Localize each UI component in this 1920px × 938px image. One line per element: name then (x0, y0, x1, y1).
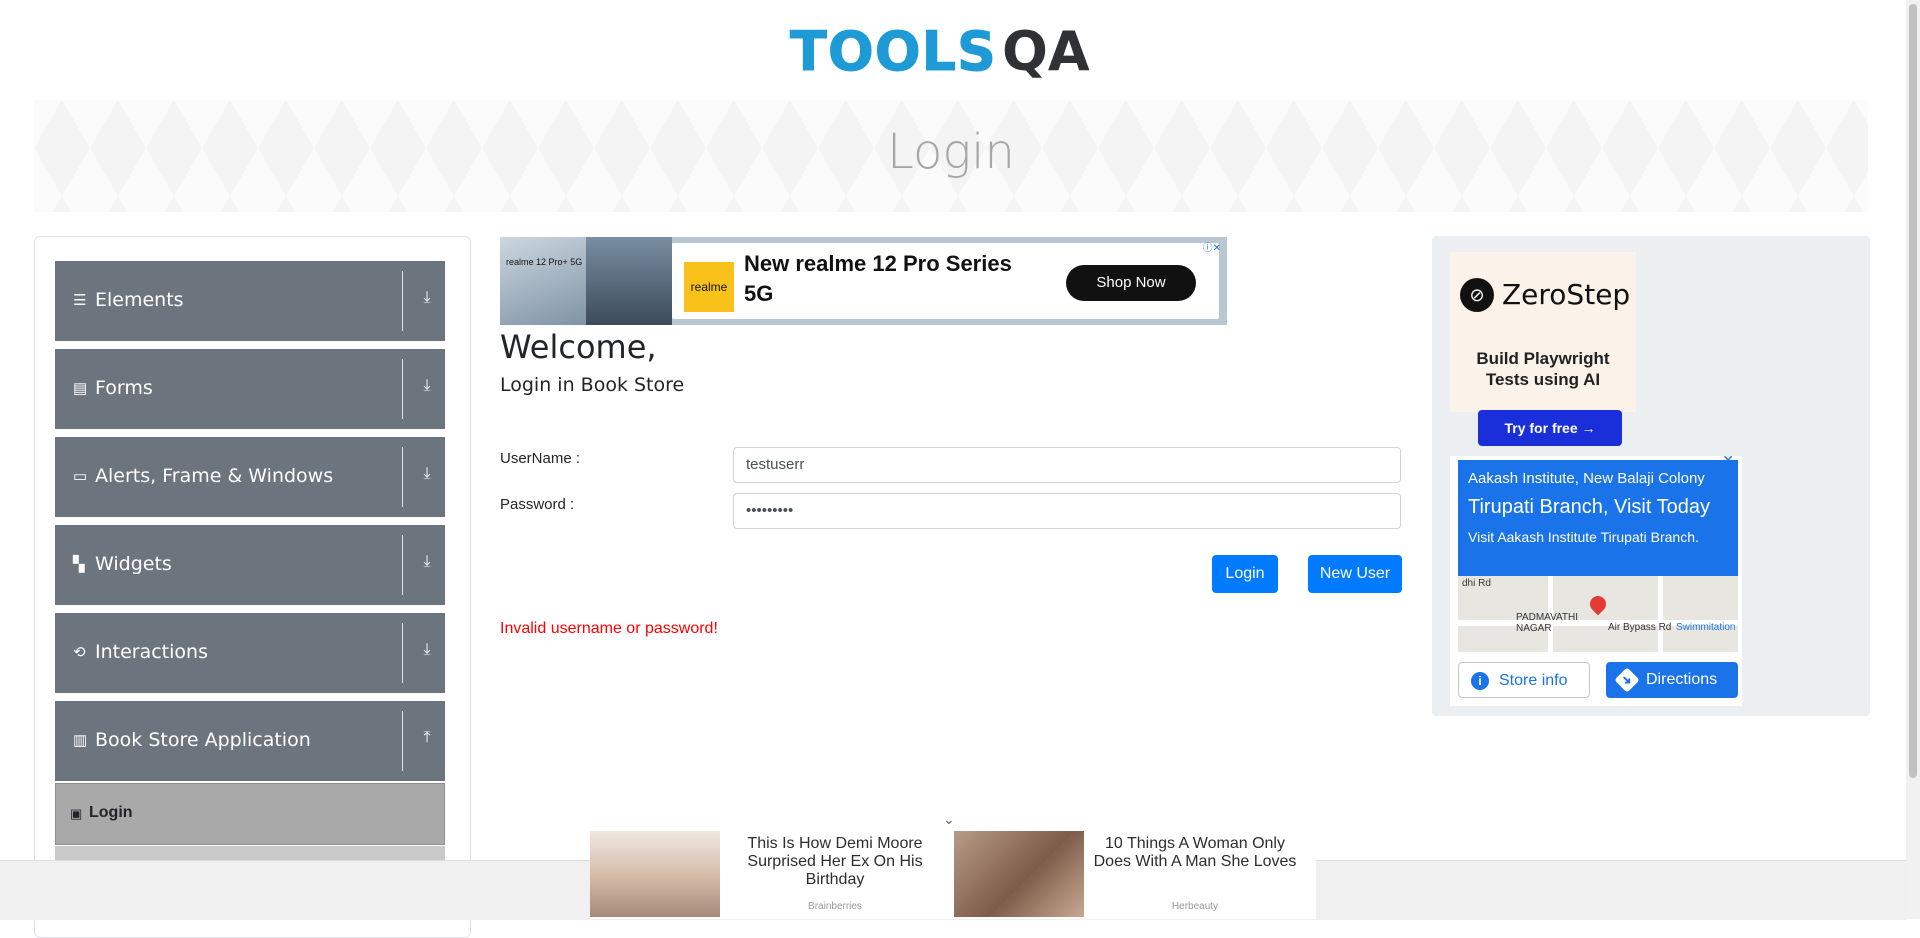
login-icon: ▣ (70, 806, 83, 821)
directions-label: Directions (1646, 671, 1718, 688)
page-scrollbar[interactable] (1906, 0, 1920, 919)
bottom-advertisement[interactable]: ⌄ This Is How Demi Moore Surprised Her E… (590, 811, 1316, 919)
map-road (1658, 576, 1663, 652)
directions-icon: ➜ (1614, 667, 1640, 693)
ad-card: realme New realme 12 Pro Series 5G Shop … (672, 243, 1219, 319)
divider (402, 711, 403, 771)
story-1-image[interactable] (590, 831, 720, 917)
scrollbar-thumb[interactable] (1909, 4, 1917, 778)
ad-product-image: realme 12 Pro+ 5G (500, 237, 586, 325)
top-advertisement[interactable]: realme 12 Pro+ 5G realme New realme 12 P… (500, 237, 1227, 325)
ad-choices-icon[interactable]: ⓘ✕ (1203, 239, 1221, 254)
username-label: UserName : (500, 450, 581, 467)
password-input[interactable]: ••••••••• (733, 493, 1401, 529)
ad-headline: New realme 12 Pro Series 5G (744, 251, 1012, 306)
login-button[interactable]: Login (1212, 555, 1278, 593)
divider (402, 271, 403, 331)
map-label: dhi Rd (1462, 578, 1491, 589)
sidebar-group-label: Widgets (95, 553, 172, 575)
login-subtitle: Login in Book Store (500, 374, 685, 396)
divider (402, 359, 403, 419)
sidebar-group-label: Book Store Application (95, 729, 311, 751)
expand-icon[interactable]: ⤓ (417, 641, 437, 659)
aakash-line-3: Visit Aakash Institute Tirupati Branch. (1468, 529, 1699, 545)
map-thumbnail[interactable]: dhi Rd PADMAVATHI NAGAR Air Bypass Rd Sw… (1458, 576, 1738, 652)
story-2-source: Herbeauty (1171, 901, 1219, 912)
ad-person-image (586, 237, 672, 325)
map-label: Swimmitation (1676, 622, 1736, 633)
zerostep-title: ZeroStep (1502, 278, 1631, 311)
divider (402, 535, 403, 595)
story-2-image[interactable] (954, 831, 1084, 917)
right-advertisement[interactable]: ⊘ ZeroStep Build Playwright Tests using … (1432, 236, 1870, 716)
divider (402, 447, 403, 507)
sidebar-group-label: Elements (95, 289, 184, 311)
sidebar-group-forms[interactable]: ▤ Forms ⤓ (55, 349, 445, 429)
divider (402, 623, 403, 683)
map-label: PADMAVATHI NAGAR (1516, 612, 1579, 634)
story-1-source: Brainberries (808, 901, 862, 912)
expand-icon[interactable]: ⤓ (417, 465, 437, 483)
store-info-label: Store info (1499, 672, 1568, 689)
sidebar-group-elements[interactable]: ☰ Elements ⤓ (55, 261, 445, 341)
expand-icon[interactable]: ⤓ (417, 553, 437, 571)
sidebar-group-alerts[interactable]: ▭ Alerts, Frame & Windows ⤓ (55, 437, 445, 517)
sidebar-group-label: Interactions (95, 641, 208, 663)
directions-button[interactable]: ➜ Directions (1606, 662, 1738, 698)
zerostep-ad[interactable]: ⊘ ZeroStep Build Playwright Tests using … (1450, 252, 1636, 446)
map-label: Air Bypass Rd (1608, 622, 1672, 633)
password-label: Password : (500, 496, 575, 513)
widgets-icon: ▚ (73, 556, 85, 573)
interactions-icon: ⟲ (73, 644, 86, 661)
sidebar-group-book-store[interactable]: ▥ Book Store Application ⤒ (55, 701, 445, 781)
list-icon: ☰ (73, 292, 87, 309)
sidebar-item-login[interactable]: ▣ Login (55, 783, 445, 845)
chevron-down-icon[interactable]: ⌄ (943, 811, 955, 828)
username-input[interactable]: testuserr (733, 447, 1401, 483)
zerostep-logo-icon: ⊘ (1460, 278, 1494, 312)
page-banner: Login (34, 100, 1868, 212)
sidebar-group-interactions[interactable]: ⟲ Interactions ⤓ (55, 613, 445, 693)
aakash-header: Aakash Institute, New Balaji Colony Tiru… (1458, 460, 1738, 576)
info-icon: i (1471, 672, 1489, 690)
error-message: Invalid username or password! (500, 620, 718, 637)
store-info-button[interactable]: i Store info (1458, 662, 1590, 698)
sidebar-item-label: Login (89, 804, 133, 821)
collapse-icon[interactable]: ⤒ (417, 729, 437, 747)
map-pin-icon (1586, 592, 1610, 616)
expand-icon[interactable]: ⤓ (417, 289, 437, 307)
aakash-line-1: Aakash Institute, New Balaji Colony (1468, 470, 1705, 487)
window-icon: ▭ (73, 468, 88, 485)
story-1-title[interactable]: This Is How Demi Moore Surprised Her Ex … (730, 835, 940, 889)
page-title: Login (887, 124, 1015, 180)
welcome-heading: Welcome, (500, 328, 657, 366)
toolsqa-logo[interactable]: TOOLS QA (790, 14, 1120, 88)
try-for-free-button[interactable]: Try for free → (1478, 410, 1622, 446)
sidebar-group-label: Alerts, Frame & Windows (95, 465, 334, 487)
logo-text-tools: TOOLS (790, 20, 997, 84)
sidebar-group-label: Forms (95, 377, 153, 399)
ad-small-text: realme 12 Pro+ 5G (506, 257, 583, 267)
expand-icon[interactable]: ⤓ (417, 377, 437, 395)
zerostep-text: Build Playwright Tests using AI (1476, 349, 1610, 389)
sidebar-group-widgets[interactable]: ▚ Widgets ⤓ (55, 525, 445, 605)
aakash-ad[interactable]: ✕ Aakash Institute, New Balaji Colony Ti… (1450, 452, 1742, 706)
ad-shop-now-button[interactable]: Shop Now (1066, 265, 1196, 301)
ad-brand-logo: realme (684, 262, 734, 312)
story-2-title[interactable]: 10 Things A Woman Only Does With A Man S… (1090, 835, 1300, 871)
form-icon: ▤ (73, 380, 88, 397)
new-user-button[interactable]: New User (1308, 555, 1402, 593)
books-icon: ▥ (73, 732, 88, 749)
aakash-line-2: Tirupati Branch, Visit Today (1468, 496, 1710, 518)
logo-text-qa: QA (1002, 20, 1090, 83)
